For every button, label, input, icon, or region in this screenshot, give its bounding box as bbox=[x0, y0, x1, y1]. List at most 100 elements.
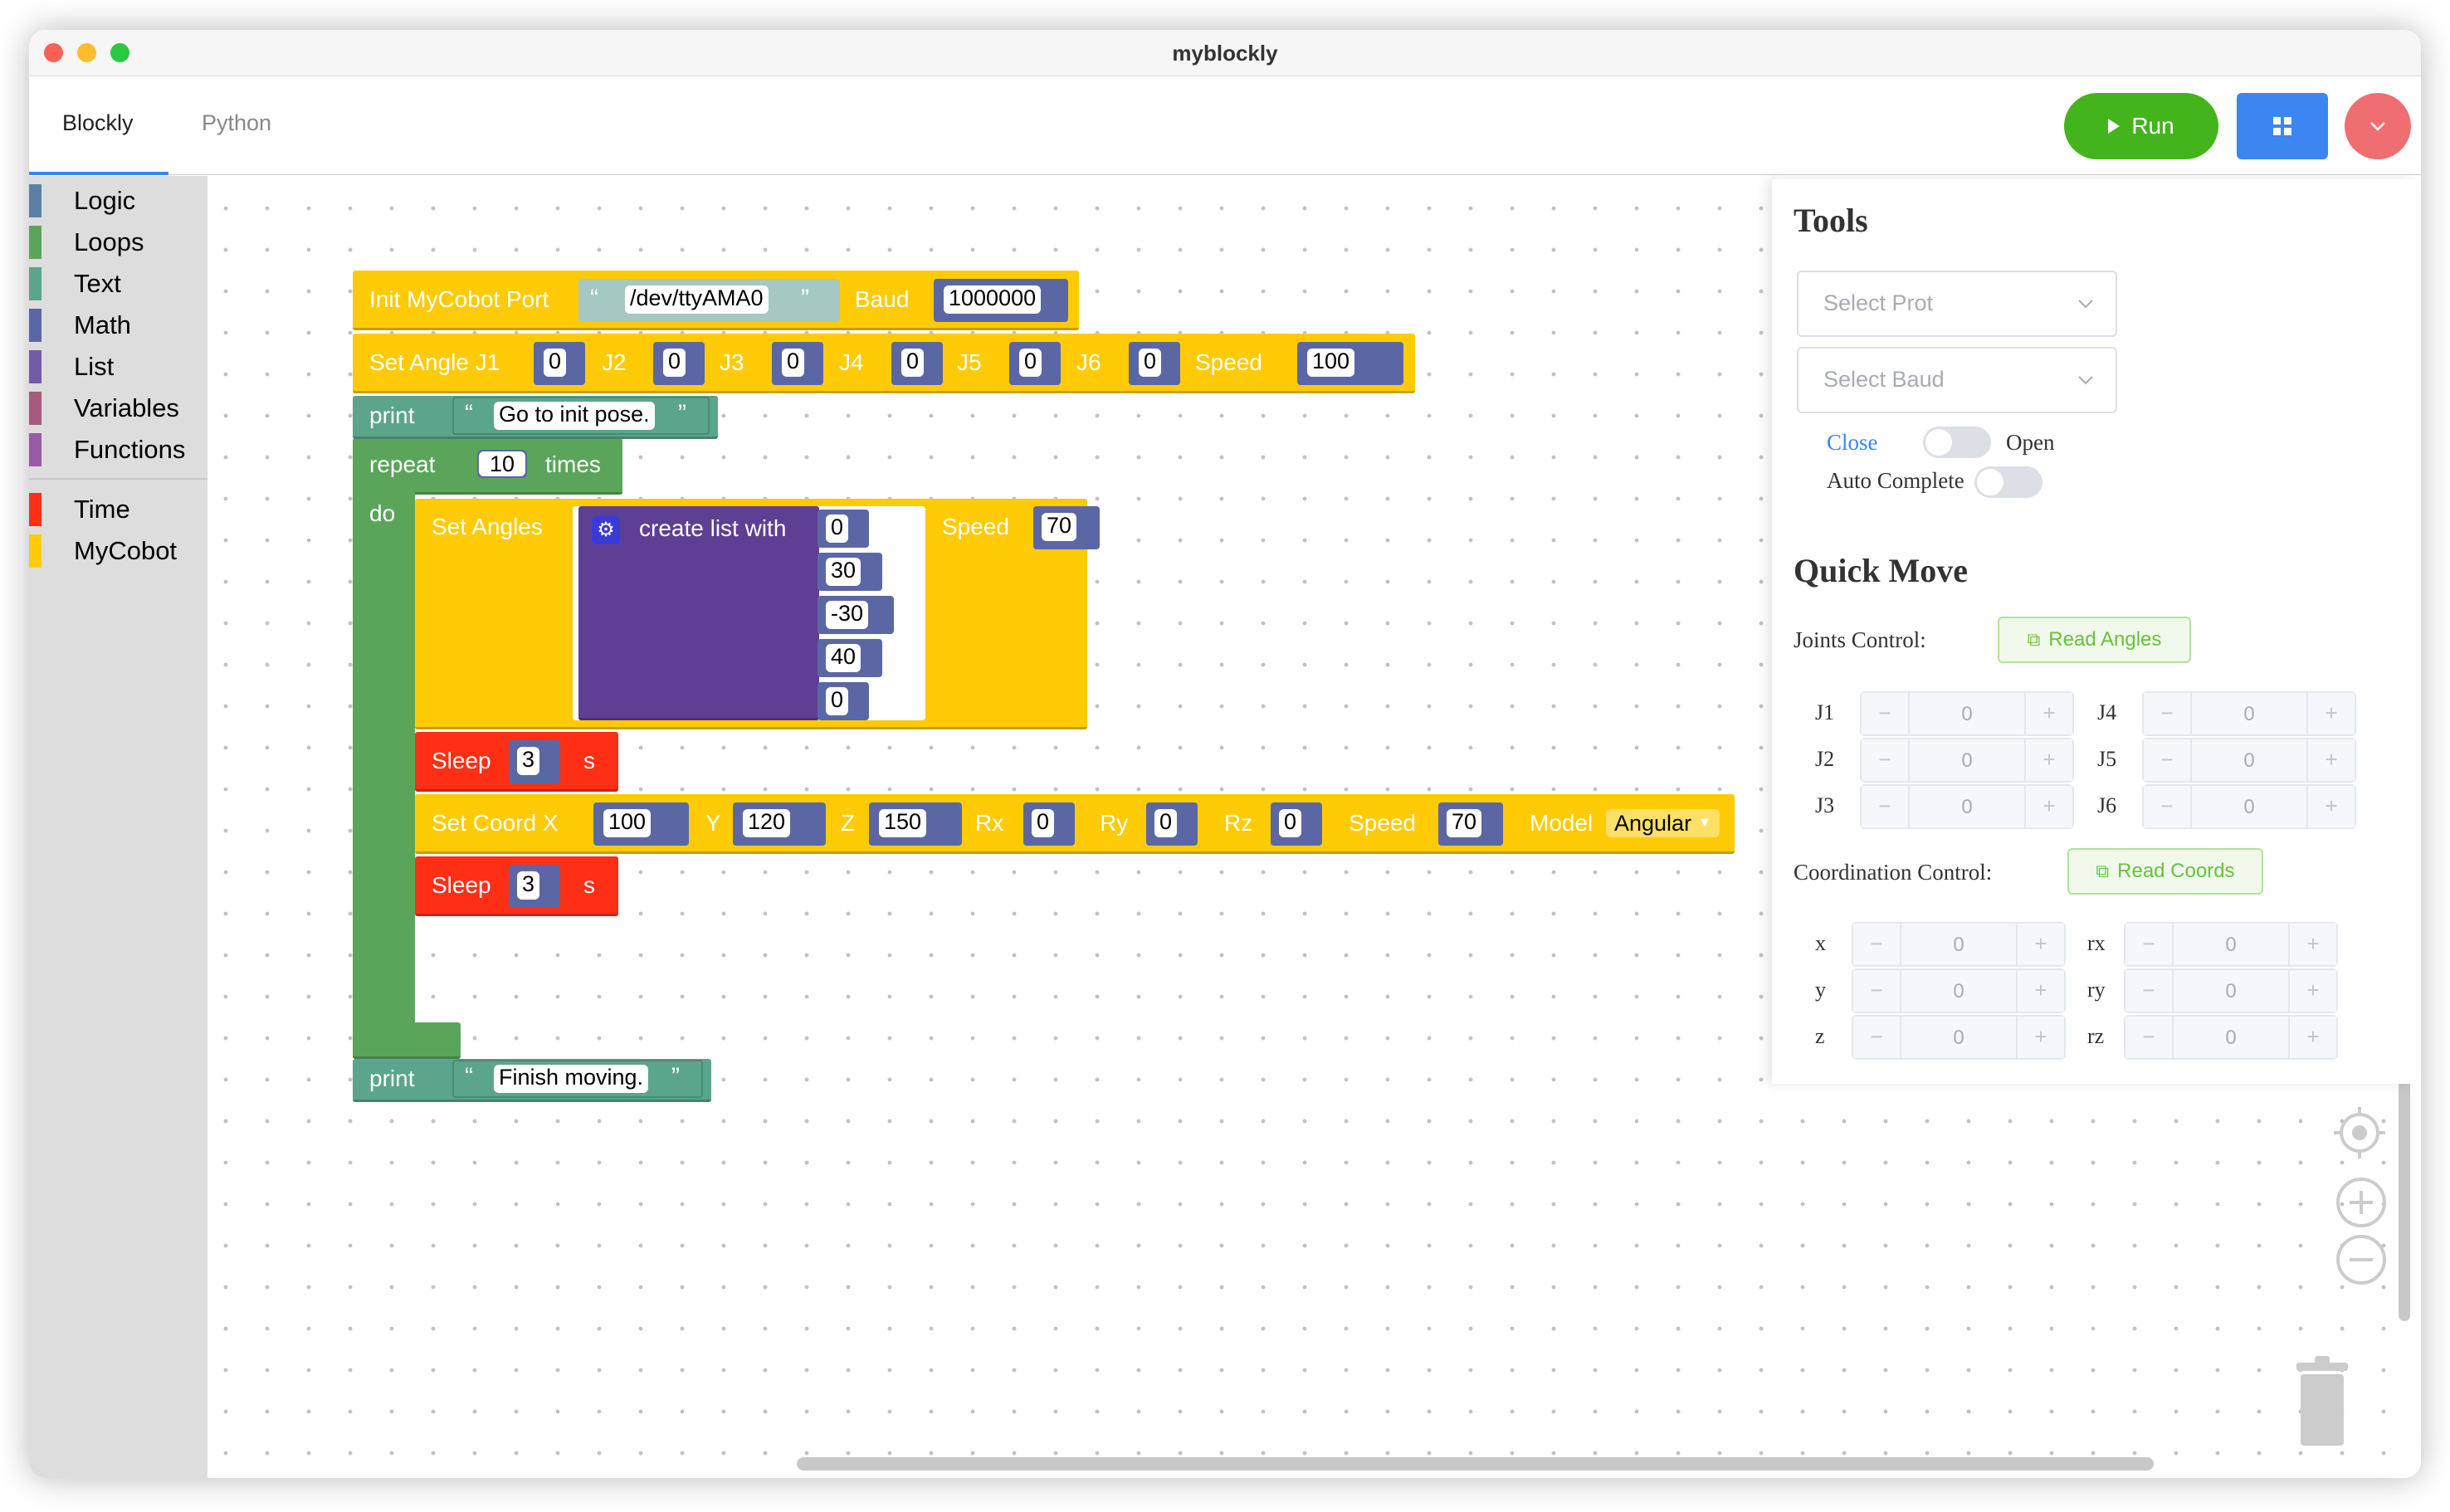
sleep-value-2[interactable]: 3 bbox=[517, 871, 540, 900]
decrement-button[interactable]: − bbox=[2144, 693, 2192, 734]
sleep-value-1[interactable]: 3 bbox=[517, 747, 540, 775]
read-angles-button[interactable]: ⧉ Read Angles bbox=[1998, 617, 2191, 663]
increment-button[interactable]: + bbox=[2288, 970, 2336, 1012]
increment-button[interactable]: + bbox=[2016, 924, 2064, 965]
sleep-unit-1: s bbox=[583, 748, 595, 773]
coord-z-value[interactable]: 150 bbox=[879, 809, 927, 837]
category-time[interactable]: Time bbox=[29, 490, 207, 531]
auto-complete-toggle[interactable] bbox=[1974, 466, 2042, 498]
horizontal-scrollbar[interactable] bbox=[797, 1457, 2154, 1471]
list-item-value-4[interactable]: 40 bbox=[826, 644, 861, 672]
rz-stepper[interactable]: − 0 + bbox=[2124, 1015, 2338, 1060]
increment-button[interactable]: + bbox=[2016, 970, 2064, 1012]
sleep-label-2: Sleep bbox=[432, 872, 491, 898]
y-stepper[interactable]: − 0 + bbox=[1852, 968, 2066, 1013]
coord-x-value[interactable]: 100 bbox=[603, 809, 652, 837]
category-color bbox=[29, 433, 41, 466]
trash-icon[interactable] bbox=[2287, 1354, 2361, 1449]
set-coord-speed-value[interactable]: 70 bbox=[1447, 809, 1482, 837]
category-functions[interactable]: Functions bbox=[29, 430, 207, 471]
set-angles-speed-label: Speed bbox=[942, 514, 1009, 539]
x-stepper[interactable]: − 0 + bbox=[1852, 922, 2066, 967]
category-math[interactable]: Math bbox=[29, 305, 207, 347]
menu-button[interactable] bbox=[2345, 93, 2411, 159]
zoom-out-icon[interactable] bbox=[2335, 1233, 2388, 1286]
decrement-button[interactable]: − bbox=[2144, 786, 2192, 827]
j3-stepper[interactable]: − 0 + bbox=[1860, 784, 2074, 829]
read-coords-button[interactable]: ⧉ Read Coords bbox=[2067, 848, 2263, 895]
rx-stepper[interactable]: − 0 + bbox=[2124, 922, 2338, 967]
auto-complete-label: Auto Complete bbox=[1827, 468, 1964, 493]
increment-button[interactable]: + bbox=[2306, 786, 2355, 827]
category-color bbox=[29, 392, 41, 425]
decrement-button[interactable]: − bbox=[1853, 1017, 1901, 1058]
increment-button[interactable]: + bbox=[2288, 924, 2336, 965]
j6-stepper[interactable]: − 0 + bbox=[2142, 784, 2356, 829]
j1-stepper[interactable]: − 0 + bbox=[1860, 691, 2074, 736]
tab-blockly[interactable]: Blockly bbox=[62, 110, 134, 136]
coord-rx-value[interactable]: 0 bbox=[1032, 809, 1055, 837]
connection-toggle[interactable] bbox=[1923, 427, 1991, 458]
port-value[interactable]: /dev/ttyAMA0 bbox=[625, 285, 769, 314]
set-angles-speed-value[interactable]: 70 bbox=[1042, 513, 1077, 541]
gear-icon[interactable]: ⚙ bbox=[592, 516, 620, 544]
list-item-value-5[interactable]: 0 bbox=[826, 687, 849, 715]
increment-button[interactable]: + bbox=[2024, 739, 2072, 781]
increment-button[interactable]: + bbox=[2306, 693, 2355, 734]
window-title: myblockly bbox=[1172, 41, 1278, 66]
coord-y-value[interactable]: 120 bbox=[743, 809, 791, 837]
j5-label: J5 bbox=[957, 349, 982, 375]
j4-stepper[interactable]: − 0 + bbox=[2142, 691, 2356, 736]
j4-value[interactable]: 0 bbox=[901, 349, 925, 377]
decrement-button[interactable]: − bbox=[2144, 739, 2192, 781]
category-loops[interactable]: Loops bbox=[29, 222, 207, 264]
j5-value[interactable]: 0 bbox=[1019, 349, 1042, 377]
j3-value[interactable]: 0 bbox=[782, 349, 805, 377]
print-text-2[interactable]: Finish moving. bbox=[494, 1065, 649, 1093]
open-quote-icon: “ bbox=[590, 285, 598, 312]
set-angle-speed-value[interactable]: 100 bbox=[1307, 349, 1355, 377]
list-item-value-2[interactable]: 30 bbox=[826, 558, 861, 586]
category-text[interactable]: Text bbox=[29, 264, 207, 305]
decrement-button[interactable]: − bbox=[1853, 924, 1901, 965]
run-button[interactable]: Run bbox=[2064, 93, 2218, 159]
decrement-button[interactable]: − bbox=[1853, 970, 1901, 1012]
tab-python[interactable]: Python bbox=[202, 110, 271, 136]
ry-stepper[interactable]: − 0 + bbox=[2124, 968, 2338, 1013]
z-stepper[interactable]: − 0 + bbox=[1852, 1015, 2066, 1060]
j1-value[interactable]: 0 bbox=[544, 349, 567, 377]
decrement-button[interactable]: − bbox=[2125, 1017, 2174, 1058]
category-mycobot[interactable]: MyCobot bbox=[29, 531, 207, 573]
create-list-label: create list with bbox=[639, 515, 787, 541]
increment-button[interactable]: + bbox=[2024, 786, 2072, 827]
list-item-value-1[interactable]: 0 bbox=[826, 515, 849, 543]
list-item-value-3[interactable]: -30 bbox=[826, 601, 869, 629]
decrement-button[interactable]: − bbox=[1862, 786, 1910, 827]
zoom-in-icon[interactable] bbox=[2335, 1176, 2388, 1229]
recenter-icon[interactable] bbox=[2332, 1105, 2387, 1160]
select-baud[interactable]: Select Baud bbox=[1797, 347, 2117, 413]
j5-stepper[interactable]: − 0 + bbox=[2142, 738, 2356, 783]
j6-value[interactable]: 0 bbox=[1139, 349, 1162, 377]
decrement-button[interactable]: − bbox=[1862, 693, 1910, 734]
decrement-button[interactable]: − bbox=[1862, 739, 1910, 781]
coord-rz-value[interactable]: 0 bbox=[1279, 809, 1302, 837]
category-variables[interactable]: Variables bbox=[29, 388, 207, 430]
increment-button[interactable]: + bbox=[2306, 739, 2355, 781]
category-logic[interactable]: Logic bbox=[29, 181, 207, 222]
category-list[interactable]: List bbox=[29, 347, 207, 388]
grid-button[interactable] bbox=[2237, 93, 2328, 159]
j2-value[interactable]: 0 bbox=[663, 349, 686, 377]
select-port[interactable]: Select Prot bbox=[1797, 271, 2117, 337]
repeat-count[interactable]: 10 bbox=[479, 451, 525, 476]
increment-button[interactable]: + bbox=[2016, 1017, 2064, 1058]
j2-stepper[interactable]: − 0 + bbox=[1860, 738, 2074, 783]
print-text-1[interactable]: Go to init pose. bbox=[494, 402, 655, 430]
increment-button[interactable]: + bbox=[2024, 693, 2072, 734]
decrement-button[interactable]: − bbox=[2125, 970, 2174, 1012]
model-dropdown[interactable]: Angular ▼ bbox=[1606, 809, 1720, 837]
baud-value[interactable]: 1000000 bbox=[944, 285, 1042, 314]
decrement-button[interactable]: − bbox=[2125, 924, 2174, 965]
coord-ry-value[interactable]: 0 bbox=[1154, 809, 1178, 837]
increment-button[interactable]: + bbox=[2288, 1017, 2336, 1058]
